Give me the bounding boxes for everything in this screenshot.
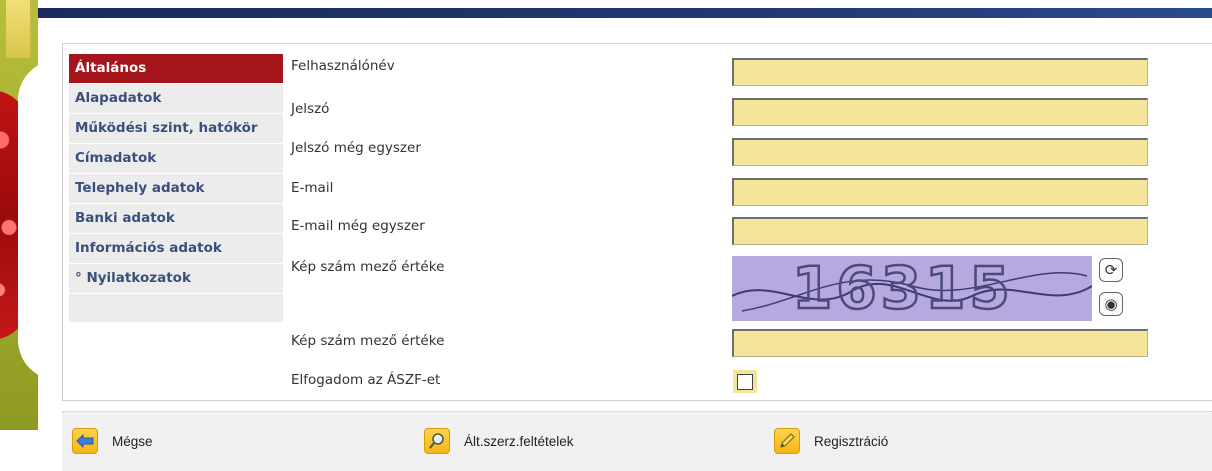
refresh-captcha-icon[interactable]: ⟳ bbox=[1099, 258, 1123, 282]
terms-label: Elfogadom az ÁSZF-et bbox=[291, 372, 441, 388]
email-input[interactable] bbox=[732, 178, 1148, 206]
captcha-image: 16315 bbox=[732, 256, 1092, 321]
menu-item-altalanos[interactable]: Általános bbox=[69, 54, 283, 84]
back-arrow-icon bbox=[72, 428, 98, 454]
menu-item-mukodesi-szint[interactable]: Működési szint, hatókör bbox=[69, 114, 283, 144]
menu-item-telephely[interactable]: Telephely adatok bbox=[69, 174, 283, 204]
magnifier-icon bbox=[424, 428, 450, 454]
registration-panel: Általános Alapadatok Működési szint, hat… bbox=[62, 43, 1212, 401]
footer-bar: Mégse Ált.szerz.feltételek Regisztráció bbox=[62, 411, 1212, 471]
password-label: Jelszó bbox=[291, 101, 330, 117]
captcha-text: 16315 bbox=[792, 256, 1014, 321]
menu-item-banki[interactable]: Banki adatok bbox=[69, 204, 283, 234]
terms-button[interactable]: Ált.szerz.feltételek bbox=[424, 428, 574, 454]
email-again-input[interactable] bbox=[732, 217, 1148, 245]
top-header-bar bbox=[32, 8, 1212, 18]
username-input[interactable] bbox=[732, 58, 1148, 86]
register-button[interactable]: Regisztráció bbox=[774, 428, 888, 454]
captcha-input[interactable] bbox=[732, 329, 1148, 357]
captcha-image-label: Kép szám mező értéke bbox=[291, 259, 445, 275]
password-input[interactable] bbox=[732, 98, 1148, 126]
username-label: Felhasználónév bbox=[291, 58, 395, 74]
email-label: E-mail bbox=[291, 180, 334, 196]
terms-checkbox-wrap bbox=[733, 370, 757, 393]
captcha-input-label: Kép szám mező értéke bbox=[291, 333, 445, 349]
menu-item-cimadatok[interactable]: Címadatok bbox=[69, 144, 283, 174]
side-menu: Általános Alapadatok Működési szint, hat… bbox=[69, 54, 283, 322]
cancel-button[interactable]: Mégse bbox=[72, 428, 153, 454]
menu-item-nyilatkozatok[interactable]: ° Nyilatkozatok bbox=[69, 264, 283, 294]
terms-checkbox[interactable] bbox=[737, 373, 753, 390]
menu-item-informacios[interactable]: Információs adatok bbox=[69, 234, 283, 264]
password-again-input[interactable] bbox=[732, 138, 1148, 166]
menu-item-alapadatok[interactable]: Alapadatok bbox=[69, 84, 283, 114]
password-again-label: Jelszó még egyszer bbox=[291, 140, 421, 156]
audio-captcha-icon[interactable]: ◉ bbox=[1099, 292, 1123, 316]
email-again-label: E-mail még egyszer bbox=[291, 218, 425, 234]
pencil-icon bbox=[774, 428, 800, 454]
left-decoration bbox=[0, 0, 38, 430]
